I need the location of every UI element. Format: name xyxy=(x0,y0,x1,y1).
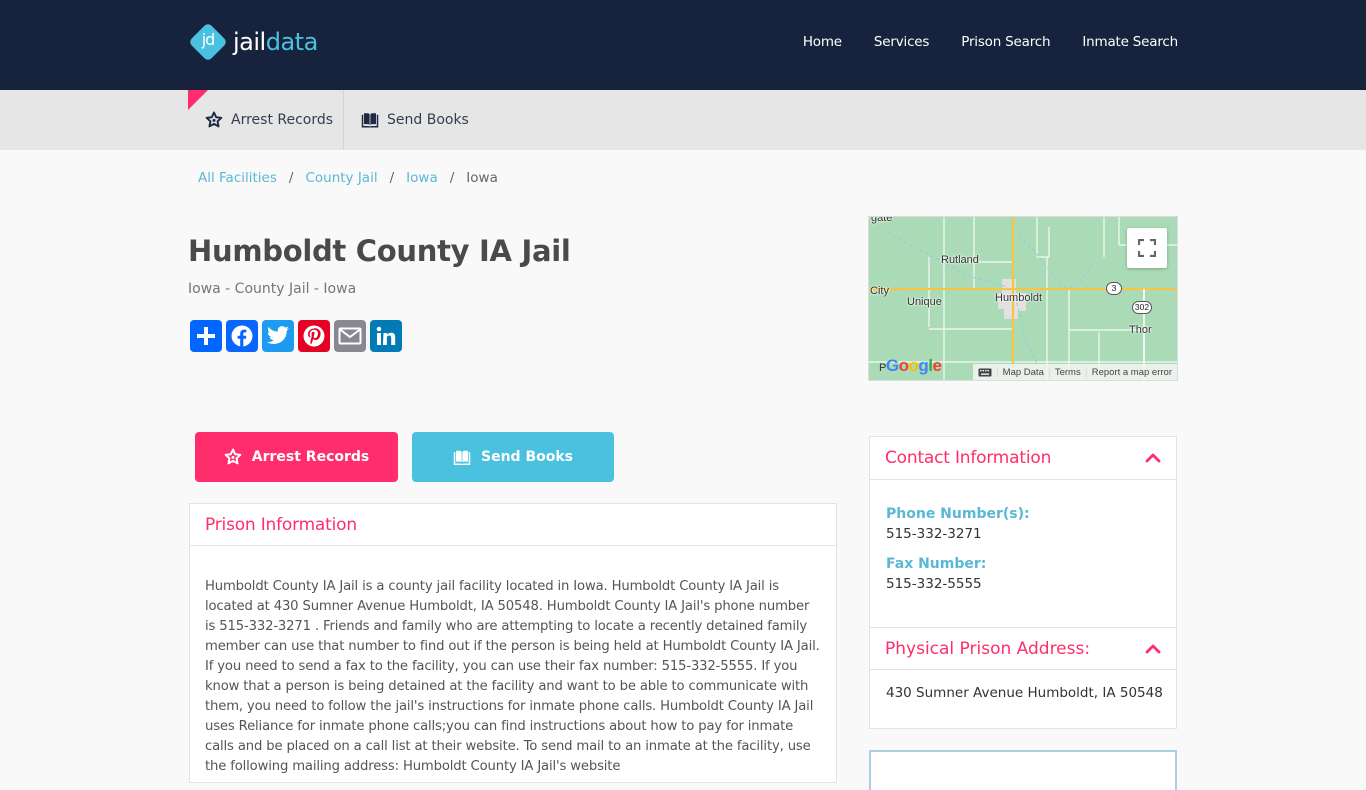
physical-address-header[interactable]: Physical Prison Address: xyxy=(870,627,1176,670)
location-map[interactable]: gate Rutland City Unique Humboldt Thor 3… xyxy=(868,216,1178,381)
send-books-button[interactable]: Send Books xyxy=(412,432,614,482)
pinterest-icon xyxy=(303,325,325,347)
plus-icon xyxy=(197,327,215,345)
breadcrumb: All Facilities / County Jail / Iowa / Io… xyxy=(198,170,498,186)
map-place-label: Rutland xyxy=(941,254,979,266)
twitter-icon xyxy=(267,326,289,345)
map-place-label: Thor xyxy=(1129,324,1152,336)
breadcrumb-all-facilities[interactable]: All Facilities xyxy=(198,170,277,186)
share-buttons xyxy=(190,320,402,352)
breadcrumb-county-jail[interactable]: County Jail xyxy=(305,170,377,186)
breadcrumb-iowa[interactable]: Iowa xyxy=(406,170,438,186)
facebook-icon xyxy=(231,325,253,347)
nav-home[interactable]: Home xyxy=(803,34,842,50)
fax-label: Fax Number: xyxy=(886,556,987,572)
prison-information-panel: Prison Information Humboldt County IA Ja… xyxy=(189,503,837,783)
page-subtitle: Iowa - County Jail - Iowa xyxy=(188,281,357,297)
phone-label: Phone Number(s): xyxy=(886,506,1030,522)
send-books-button-label: Send Books xyxy=(481,449,573,465)
nav-prison-search[interactable]: Prison Search xyxy=(961,34,1050,50)
map-terms-link[interactable]: Terms xyxy=(1048,366,1086,378)
share-button[interactable] xyxy=(190,320,222,352)
physical-address: 430 Sumner Avenue Humboldt, IA 50548 xyxy=(886,685,1163,701)
breadcrumb-separator: / xyxy=(449,170,455,186)
sheriff-star-icon xyxy=(205,111,223,129)
top-navbar: jd jaildata Home Services Prison Search … xyxy=(0,0,1366,90)
map-report-error-link[interactable]: Report a map error xyxy=(1085,366,1177,378)
map-place-label: Humboldt xyxy=(995,292,1043,304)
email-share-button[interactable] xyxy=(334,320,366,352)
prison-information-heading: Prison Information xyxy=(205,514,357,535)
contact-information-panel: Contact Information Phone Number(s): 515… xyxy=(869,436,1177,729)
physical-address-heading: Physical Prison Address: xyxy=(885,638,1091,659)
prison-information-header: Prison Information xyxy=(190,504,836,546)
map-place-label: gate xyxy=(871,216,893,224)
email-icon xyxy=(338,327,362,345)
route-shield: 302 xyxy=(1132,301,1152,314)
logo-mark-icon: jd xyxy=(188,22,228,62)
breadcrumb-separator: / xyxy=(389,170,395,186)
open-book-icon xyxy=(361,111,379,129)
secondary-nav: Arrest Records Send Books xyxy=(0,90,1366,150)
chevron-up-icon[interactable] xyxy=(1145,453,1161,463)
breadcrumb-separator: / xyxy=(288,170,294,186)
nav-inmate-search[interactable]: Inmate Search xyxy=(1082,34,1178,50)
arrest-records-button-label: Arrest Records xyxy=(251,449,370,465)
contact-information-header[interactable]: Contact Information xyxy=(870,437,1176,480)
subnav-divider xyxy=(343,90,344,150)
keyboard-shortcuts-icon[interactable] xyxy=(973,368,997,377)
google-logo: PGoogle xyxy=(879,356,942,375)
breadcrumb-current: Iowa xyxy=(466,170,498,186)
chevron-up-icon[interactable] xyxy=(1145,644,1161,654)
map-attribution: Map Data Terms Report a map error xyxy=(972,364,1177,380)
open-book-icon xyxy=(453,450,471,465)
next-sidebar-panel xyxy=(869,750,1177,790)
subnav-send-books-label: Send Books xyxy=(387,112,469,128)
contact-information-body: Phone Number(s): 515-332-3271 Fax Number… xyxy=(870,480,1176,592)
subnav-send-books[interactable]: Send Books xyxy=(361,90,469,150)
sheriff-star-icon xyxy=(224,448,242,466)
contact-information-heading: Contact Information xyxy=(885,448,1052,468)
phone-number: 515-332-3271 xyxy=(886,526,982,542)
route-shield: 3 xyxy=(1106,282,1122,295)
map-place-label: City xyxy=(870,285,889,297)
linkedin-icon xyxy=(376,326,396,345)
twitter-share-button[interactable] xyxy=(262,320,294,352)
linkedin-share-button[interactable] xyxy=(370,320,402,352)
nav-services[interactable]: Services xyxy=(874,34,930,50)
fax-number: 515-332-5555 xyxy=(886,576,982,592)
logo-text: jaildata xyxy=(233,28,318,56)
map-fullscreen-button[interactable] xyxy=(1127,228,1167,268)
map-place-label: Unique xyxy=(907,296,942,308)
page-title: Humboldt County IA Jail xyxy=(188,234,571,268)
prison-information-body: Humboldt County IA Jail is a county jail… xyxy=(205,579,820,774)
subnav-arrest-records[interactable]: Arrest Records xyxy=(205,90,333,150)
subnav-arrest-records-label: Arrest Records xyxy=(231,112,334,128)
facebook-share-button[interactable] xyxy=(226,320,258,352)
site-logo[interactable]: jd jaildata xyxy=(188,22,318,62)
map-data-link[interactable]: Map Data xyxy=(996,366,1049,378)
fullscreen-icon xyxy=(1138,239,1156,257)
pinterest-share-button[interactable] xyxy=(298,320,330,352)
arrest-records-button[interactable]: Arrest Records xyxy=(195,432,398,482)
main-nav: Home Services Prison Search Inmate Searc… xyxy=(771,34,1178,50)
